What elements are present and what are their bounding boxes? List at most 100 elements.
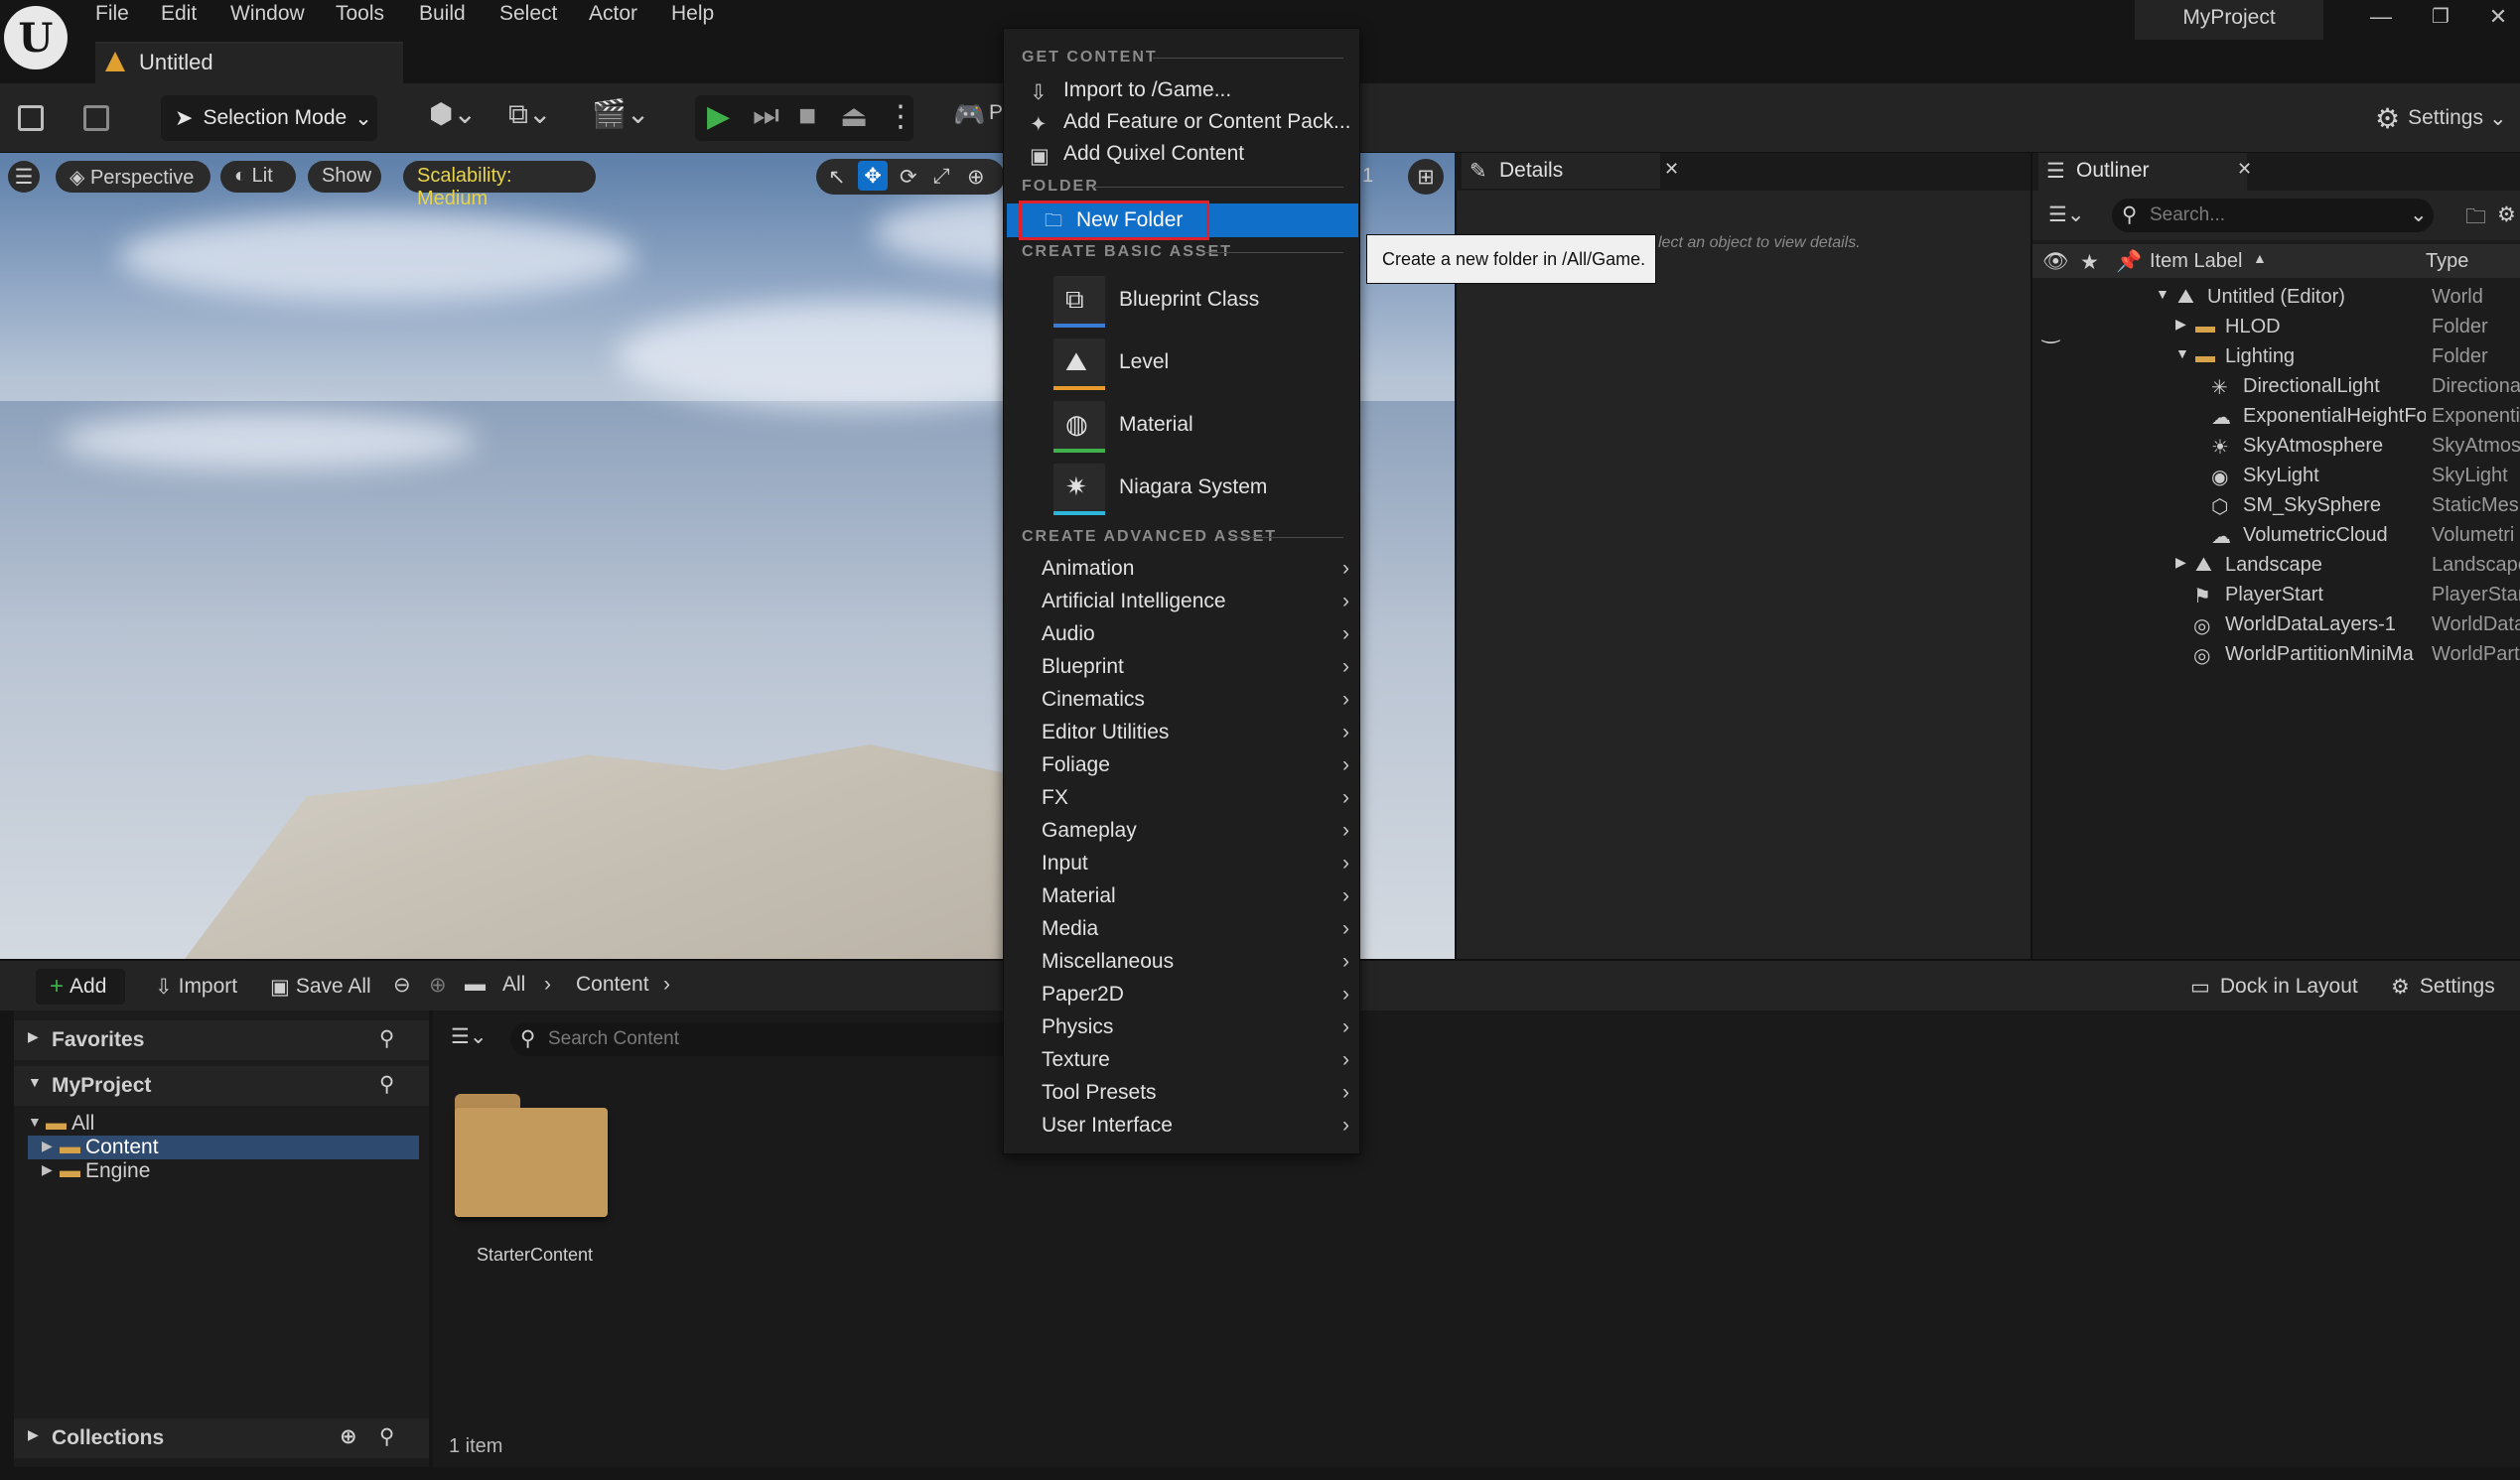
- visibility-icon[interactable]: ‿: [2042, 320, 2059, 344]
- menu-help[interactable]: Help: [671, 2, 714, 26]
- blueprint-class-item[interactable]: ⧉ Blueprint Class: [1018, 272, 1355, 332]
- outliner-tab[interactable]: ☰ Outliner ✕: [2038, 153, 2252, 191]
- menu-file[interactable]: File: [95, 2, 129, 26]
- back-icon[interactable]: ⊖: [393, 973, 411, 998]
- search-icon[interactable]: ⚲: [379, 1072, 394, 1097]
- breadcrumb-content[interactable]: Content: [576, 973, 649, 997]
- submenu-editor-utilities[interactable]: Editor Utilities ›: [1018, 717, 1355, 748]
- details-tab[interactable]: ✎ Details ✕: [1462, 153, 1679, 189]
- menu-actor[interactable]: Actor: [589, 2, 637, 26]
- col-type[interactable]: Type: [2426, 250, 2468, 273]
- perspective-button[interactable]: ◈ Perspective: [56, 161, 210, 193]
- add-quixel-menu-item[interactable]: ▣ Add Quixel Content: [1018, 138, 1355, 170]
- submenu-blueprint[interactable]: Blueprint ›: [1018, 651, 1355, 683]
- close-icon[interactable]: ✕: [2237, 159, 2252, 180]
- outliner-row[interactable]: ◉ SkyLight SkyLight: [2032, 461, 2520, 490]
- select-icon[interactable]: ↖: [828, 165, 846, 190]
- col-item-label[interactable]: Item Label: [2150, 250, 2242, 273]
- layout-icon[interactable]: ⊞: [1408, 159, 1444, 195]
- save-all-button[interactable]: ▣ Save All: [270, 969, 371, 1005]
- submenu-ai[interactable]: Artificial Intelligence ›: [1018, 586, 1355, 617]
- cinematics-icon[interactable]: 🎬⌄: [592, 97, 649, 130]
- folder-name[interactable]: StarterContent: [477, 1245, 593, 1266]
- submenu-gameplay[interactable]: Gameplay ›: [1018, 815, 1355, 847]
- add-actor-icon[interactable]: ⬢⌄: [429, 97, 477, 130]
- cb-settings-button[interactable]: ⚙ Settings: [2391, 969, 2495, 1005]
- submenu-media[interactable]: Media ›: [1018, 913, 1355, 945]
- tree-item-engine[interactable]: ▶ ▬ Engine: [28, 1159, 419, 1183]
- import-button[interactable]: ⇩ Import: [155, 969, 237, 1005]
- starter-content-folder[interactable]: [455, 1094, 608, 1219]
- import-menu-item[interactable]: ⇩ Import to /Game...: [1018, 74, 1355, 106]
- outliner-row[interactable]: ◎ WorldDataLayers-1 WorldData: [2032, 609, 2520, 639]
- submenu-material[interactable]: Material ›: [1018, 880, 1355, 912]
- star-icon[interactable]: ★: [2080, 250, 2099, 275]
- close-window-icon[interactable]: ✕: [2478, 4, 2518, 40]
- platforms-icon[interactable]: 🎮: [953, 99, 985, 130]
- filter-icon[interactable]: ☰⌄: [2048, 202, 2084, 227]
- submenu-cinematics[interactable]: Cinematics ›: [1018, 684, 1355, 716]
- rotate-icon[interactable]: ⟳: [900, 165, 917, 190]
- outliner-row[interactable]: ⚑ PlayerStart PlayerStar: [2032, 580, 2520, 609]
- outliner-row[interactable]: ⬡ SM_SkySphere StaticMes: [2032, 490, 2520, 520]
- menu-edit[interactable]: Edit: [161, 2, 197, 26]
- niagara-system-item[interactable]: ✷ Niagara System: [1018, 460, 1355, 519]
- stop-icon[interactable]: ■: [798, 99, 816, 133]
- add-feature-menu-item[interactable]: ✦ Add Feature or Content Pack...: [1018, 106, 1355, 138]
- search-icon[interactable]: ⚲: [379, 1424, 394, 1449]
- outliner-row[interactable]: ▼ ▬ Lighting Folder: [2032, 341, 2520, 371]
- viewport-menu-icon[interactable]: ☰: [8, 161, 40, 193]
- outliner-search-input[interactable]: ⚲ Search... ⌄: [2112, 199, 2434, 232]
- save-icon[interactable]: [18, 105, 44, 131]
- move-icon[interactable]: ✥: [858, 161, 888, 191]
- play-icon[interactable]: ▶: [707, 99, 730, 134]
- menu-tools[interactable]: Tools: [336, 2, 384, 26]
- submenu-user-interface[interactable]: User Interface ›: [1018, 1110, 1355, 1142]
- project-section[interactable]: ▼ MyProject ⚲: [14, 1066, 429, 1106]
- submenu-audio[interactable]: Audio ›: [1018, 618, 1355, 650]
- folder-icon[interactable]: ▬: [465, 973, 486, 997]
- menu-build[interactable]: Build: [419, 2, 466, 26]
- submenu-tool-presets[interactable]: Tool Presets ›: [1018, 1077, 1355, 1109]
- collections-section[interactable]: ▶ Collections ⊕ ⚲: [14, 1418, 429, 1458]
- outliner-row[interactable]: ▶ ▬ HLOD Folder: [2032, 312, 2520, 341]
- outliner-row[interactable]: ✳ DirectionalLight Directiona: [2032, 371, 2520, 401]
- eject-icon[interactable]: ⏏: [840, 99, 868, 134]
- close-icon[interactable]: ✕: [1664, 159, 1679, 180]
- submenu-animation[interactable]: Animation ›: [1018, 553, 1355, 585]
- submenu-input[interactable]: Input ›: [1018, 848, 1355, 879]
- scalability-button[interactable]: Scalability: Medium: [403, 161, 596, 209]
- add-folder-icon[interactable]: 🗀: [2465, 202, 2486, 237]
- level-item[interactable]: ⛰ Level: [1018, 335, 1355, 394]
- show-button[interactable]: Show: [308, 161, 381, 193]
- step-icon[interactable]: ⏭: [753, 99, 779, 133]
- submenu-physics[interactable]: Physics ›: [1018, 1011, 1355, 1043]
- outliner-row[interactable]: ◎ WorldPartitionMiniMa WorldPart: [2032, 639, 2520, 669]
- outliner-row[interactable]: ☁ ExponentialHeightFo Exponenti: [2032, 401, 2520, 431]
- settings-button[interactable]: ⚙ Settings ⌄: [2375, 97, 2507, 139]
- submenu-texture[interactable]: Texture ›: [1018, 1044, 1355, 1076]
- tree-item-content[interactable]: ▶ ▬ Content: [28, 1136, 419, 1159]
- add-collection-icon[interactable]: ⊕: [340, 1424, 357, 1449]
- add-button[interactable]: + Add: [36, 969, 125, 1005]
- selection-mode-dropdown[interactable]: ➤ Selection Mode ⌄: [161, 95, 377, 141]
- blueprints-icon[interactable]: ⧉⌄: [508, 97, 551, 131]
- submenu-miscellaneous[interactable]: Miscellaneous ›: [1018, 946, 1355, 978]
- outliner-row[interactable]: ▼ ⛰ Untitled (Editor) World: [2032, 282, 2520, 312]
- outliner-row[interactable]: ☀ SkyAtmosphere SkyAtmos: [2032, 431, 2520, 461]
- outliner-row[interactable]: ▶ ⛰ Landscape Landscape: [2032, 550, 2520, 580]
- camera-speed-value[interactable]: 1: [1362, 165, 1373, 188]
- minimize-icon[interactable]: —: [2361, 4, 2401, 40]
- breadcrumb-all[interactable]: All: [502, 973, 525, 997]
- scale-icon[interactable]: ⤢: [933, 165, 950, 189]
- lit-button[interactable]: ◐ Lit: [220, 161, 296, 193]
- filter-icon[interactable]: ☰⌄: [451, 1024, 487, 1049]
- expand-arrow-icon[interactable]: ▼: [2156, 286, 2170, 302]
- submenu-fx[interactable]: FX ›: [1018, 782, 1355, 814]
- expand-arrow-icon[interactable]: ▶: [2175, 554, 2186, 571]
- dock-in-layout-button[interactable]: ▭ Dock in Layout: [2190, 969, 2358, 1005]
- pin-icon[interactable]: 📌: [2116, 250, 2142, 274]
- forward-icon[interactable]: ⊕: [429, 973, 447, 998]
- expand-arrow-icon[interactable]: ▼: [2175, 345, 2189, 361]
- search-icon[interactable]: ⚲: [379, 1026, 394, 1051]
